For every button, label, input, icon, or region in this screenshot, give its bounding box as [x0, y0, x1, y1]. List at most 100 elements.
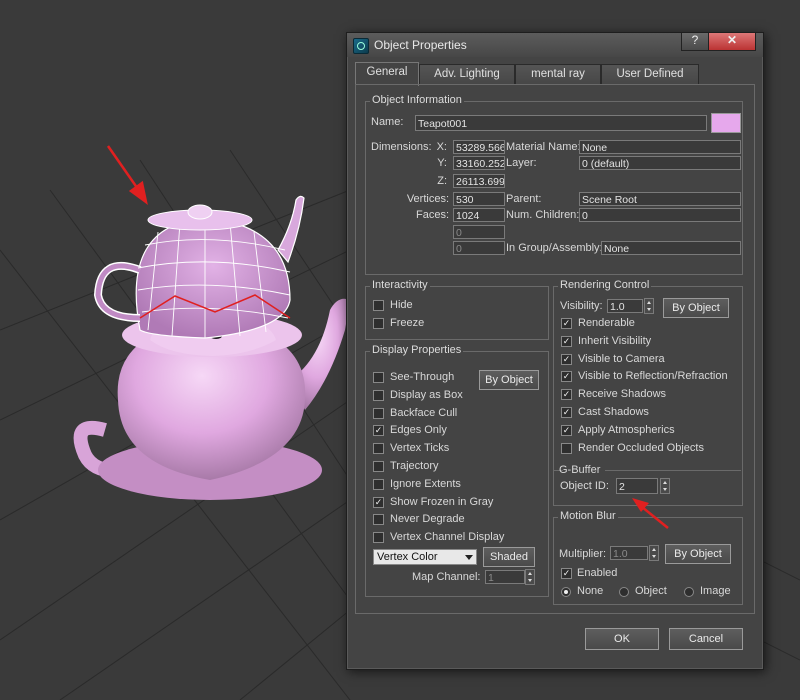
display-trajectory-label: Trajectory: [390, 460, 439, 472]
display-display-as-box-checkbox[interactable]: [373, 389, 384, 401]
render-visible-to-camera-checkbox[interactable]: ✓: [561, 353, 572, 365]
freeze-checkbox[interactable]: [373, 318, 384, 329]
dialog-titlebar[interactable]: Object Properties ? ✕: [347, 33, 763, 57]
render-render-occluded-objects-checkbox[interactable]: [561, 442, 572, 454]
z-label: Z:: [437, 175, 447, 187]
display-properties-label: Display Properties: [370, 344, 464, 356]
gbuffer-label: G-Buffer: [559, 464, 601, 476]
display-ignore-extents-label: Ignore Extents: [390, 477, 461, 490]
motion-blur-image-label: Image: [700, 585, 731, 597]
y-label: Y:: [437, 157, 447, 169]
display-vertex-ticks-checkbox[interactable]: [373, 443, 384, 455]
map-channel-spinner[interactable]: [525, 569, 535, 585]
object-color-swatch[interactable]: [711, 113, 741, 133]
dialog-title: Object Properties: [374, 38, 467, 52]
extra-value-1: 0: [453, 225, 505, 239]
dimensions-label: Dimensions:: [371, 141, 432, 153]
dimension-y-value: 33160.252: [453, 156, 505, 170]
display-show-frozen-in-gray-checkbox[interactable]: ✓: [373, 496, 384, 508]
tab-general[interactable]: General: [355, 62, 419, 86]
display-show-frozen-in-gray-label: Show Frozen in Gray: [390, 495, 494, 508]
vertex-color-value: Vertex Color: [377, 551, 438, 563]
cancel-button[interactable]: Cancel: [669, 628, 743, 650]
material-name-label: Material Name:: [506, 141, 581, 153]
vertices-value: 530: [453, 192, 505, 206]
name-input[interactable]: Teapot001: [415, 115, 707, 131]
display-backface-cull-label: Backface Cull: [390, 406, 458, 419]
tab-adv-lighting[interactable]: Adv. Lighting: [419, 64, 515, 85]
motion-blur-image-radio[interactable]: [684, 587, 694, 597]
multiplier-input[interactable]: 1.0: [610, 546, 648, 560]
render-inherit-visibility-label: Inherit Visibility: [578, 334, 652, 347]
render-renderable-checkbox[interactable]: ✓: [561, 318, 572, 329]
object-id-input[interactable]: 2: [616, 478, 658, 494]
parent-value: Scene Root: [579, 192, 741, 206]
parent-label: Parent:: [506, 193, 542, 205]
display-ignore-extents-checkbox[interactable]: [373, 478, 384, 490]
motion-blur-object-radio[interactable]: [619, 587, 629, 597]
motion-blur-by-object-button[interactable]: By Object: [665, 544, 731, 564]
object-information-label: Object Information: [370, 94, 464, 106]
vertices-label: Vertices:: [406, 193, 449, 205]
tab-user-defined[interactable]: User Defined: [601, 64, 699, 85]
map-channel-label: Map Channel:: [412, 571, 481, 583]
motion-blur-enabled-label: Enabled: [577, 567, 618, 579]
faces-value: 1024: [453, 208, 505, 222]
layer-value: 0 (default): [579, 156, 741, 170]
render-visible-to-reflection-refraction-checkbox[interactable]: ✓: [561, 371, 572, 383]
display-never-degrade-checkbox[interactable]: [373, 514, 384, 526]
display-see-through-checkbox[interactable]: [373, 372, 384, 383]
motion-blur-enabled-checkbox[interactable]: ✓: [561, 568, 572, 579]
display-display-as-box-label: Display as Box: [390, 388, 463, 401]
ok-button[interactable]: OK: [585, 628, 659, 650]
visibility-spinner[interactable]: [644, 298, 654, 314]
num-children-label: Num. Children:: [506, 209, 580, 221]
multiplier-label: Multiplier:: [559, 548, 607, 560]
rendering-control-label: Rendering Control: [558, 279, 652, 291]
render-apply-atmospherics-checkbox[interactable]: ✓: [561, 424, 572, 436]
num-children-value: 0: [579, 208, 741, 222]
display-vertex-ticks-label: Vertex Ticks: [390, 442, 450, 455]
dimension-z-value: 26113.699: [453, 174, 505, 188]
render-cast-shadows-checkbox[interactable]: ✓: [561, 407, 572, 418]
interactivity-group: Interactivity: [365, 279, 549, 340]
interactivity-label: Interactivity: [370, 279, 430, 291]
display-edges-only-checkbox[interactable]: ✓: [373, 425, 384, 437]
display-backface-cull-checkbox[interactable]: [373, 407, 384, 419]
object-properties-dialog: Object Properties ? ✕ General Adv. Light…: [346, 32, 764, 670]
in-group-assembly-value: None: [601, 241, 741, 255]
close-button[interactable]: ✕: [708, 33, 756, 51]
dropdown-arrow-icon: [465, 555, 473, 560]
visibility-input[interactable]: 1.0: [607, 299, 643, 313]
app-icon: [353, 38, 369, 54]
rendering-by-object-button[interactable]: By Object: [663, 298, 729, 318]
hide-label: Hide: [390, 299, 413, 311]
display-vertex-channel-display-label: Vertex Channel Display: [390, 531, 505, 544]
hide-checkbox[interactable]: [373, 300, 384, 311]
render-apply-atmospherics-label: Apply Atmospherics: [578, 423, 675, 436]
render-cast-shadows-label: Cast Shadows: [578, 406, 649, 418]
visibility-label: Visibility:: [560, 300, 603, 312]
display-by-object-button[interactable]: By Object: [479, 370, 539, 390]
motion-blur-label: Motion Blur: [558, 510, 618, 522]
display-see-through-label: See-Through: [390, 371, 455, 383]
object-id-spinner[interactable]: [660, 478, 670, 494]
display-never-degrade-label: Never Degrade: [390, 513, 465, 526]
map-channel-input[interactable]: 1: [485, 570, 525, 584]
display-vertex-channel-display-checkbox[interactable]: [373, 532, 384, 544]
gbuffer-separator-right: [605, 470, 741, 471]
render-inherit-visibility-checkbox[interactable]: ✓: [561, 335, 572, 347]
tab-mental-ray[interactable]: mental ray: [515, 64, 601, 85]
help-button[interactable]: ?: [681, 33, 709, 51]
render-renderable-label: Renderable: [578, 317, 635, 329]
dimension-x-value: 53289.566: [453, 140, 505, 154]
shaded-button[interactable]: Shaded: [483, 547, 535, 567]
vertex-color-dropdown[interactable]: Vertex Color: [373, 549, 477, 565]
motion-blur-none-radio[interactable]: [561, 587, 571, 597]
material-name-value: None: [579, 140, 741, 154]
freeze-label: Freeze: [390, 317, 425, 329]
render-receive-shadows-checkbox[interactable]: ✓: [561, 389, 572, 401]
multiplier-spinner[interactable]: [649, 545, 659, 561]
display-trajectory-checkbox[interactable]: [373, 461, 384, 472]
display-edges-only-label: Edges Only: [390, 424, 447, 437]
